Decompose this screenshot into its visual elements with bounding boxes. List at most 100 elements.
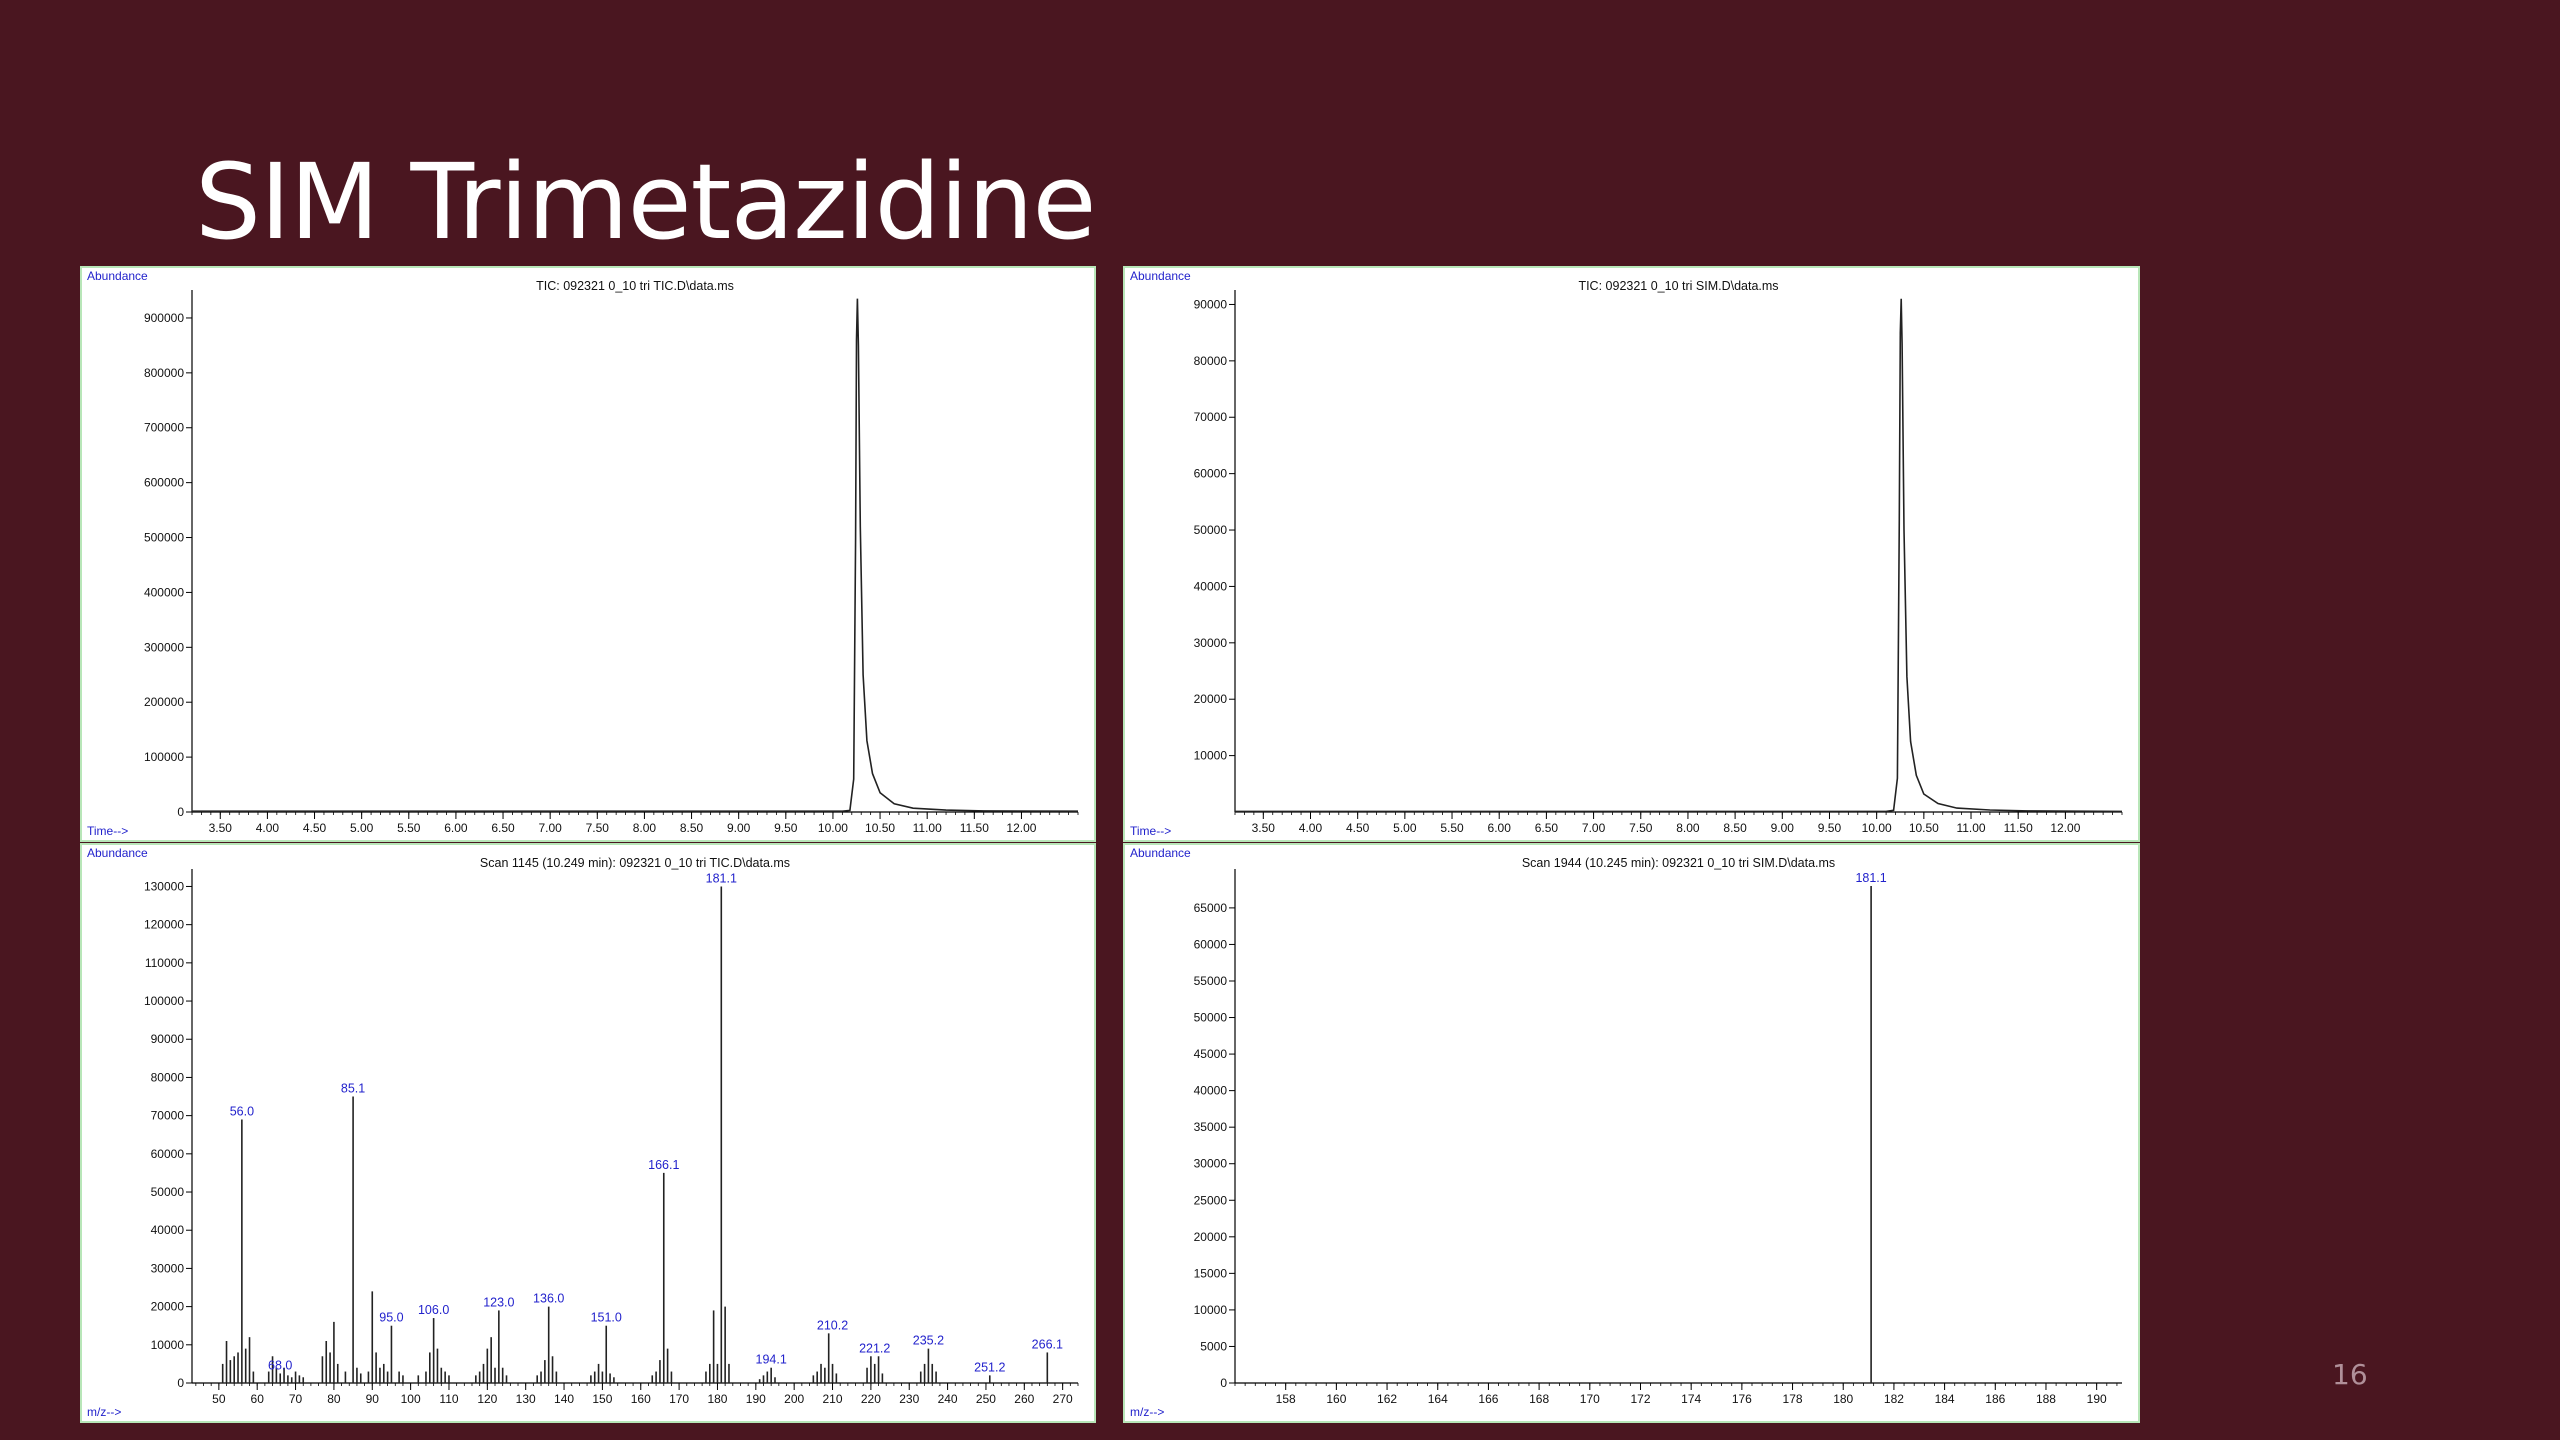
x-tick-label: 90 — [366, 1392, 380, 1406]
x-tick-label: 190 — [2087, 1392, 2107, 1406]
x-tick-label: 150 — [592, 1392, 612, 1406]
y-tick-label: 5000 — [1200, 1339, 1227, 1353]
x-axis-label: Time--> — [87, 824, 128, 838]
x-tick-label: 12.00 — [1006, 821, 1036, 835]
y-tick-label: 10000 — [151, 1338, 185, 1352]
y-tick-label: 90000 — [151, 1032, 185, 1046]
x-tick-label: 6.00 — [1488, 821, 1512, 835]
peak-label: 194.1 — [756, 1353, 787, 1367]
y-tick-label: 60000 — [151, 1147, 185, 1161]
x-tick-label: 3.50 — [209, 821, 233, 835]
y-axis-label: Abundance — [87, 269, 148, 283]
x-tick-label: 4.00 — [256, 821, 280, 835]
y-tick-label: 80000 — [151, 1070, 185, 1084]
y-tick-label: 100000 — [144, 994, 184, 1008]
y-tick-label: 10000 — [1194, 749, 1228, 763]
y-tick-label: 600000 — [144, 476, 184, 490]
x-tick-label: 4.50 — [303, 821, 327, 835]
x-tick-label: 180 — [707, 1392, 727, 1406]
y-tick-label: 60000 — [1194, 937, 1228, 951]
slide-title: SIM Trimetazidine — [195, 141, 1096, 263]
y-tick-label: 110000 — [145, 956, 184, 970]
chart-title: Scan 1944 (10.245 min): 092321 0_10 tri … — [1522, 856, 1835, 870]
peak-label: 68.0 — [268, 1358, 292, 1372]
y-tick-label: 0 — [177, 805, 184, 819]
x-tick-label: 160 — [631, 1392, 651, 1406]
peak-label: 266.1 — [1032, 1337, 1063, 1351]
peak-label: 235.2 — [913, 1334, 944, 1348]
x-tick-label: 12.00 — [2050, 821, 2080, 835]
chart-title: TIC: 092321 0_10 tri SIM.D\data.ms — [1578, 279, 1778, 293]
x-tick-label: 5.50 — [1440, 821, 1464, 835]
tic-sim-panel: Abundance Time--> TIC: 092321 0_10 tri SIM… — [1123, 266, 2140, 842]
x-tick-label: 6.50 — [1535, 821, 1559, 835]
peak-label: 136.0 — [533, 1292, 564, 1306]
x-tick-label: 10.50 — [865, 821, 895, 835]
y-tick-label: 50000 — [151, 1185, 185, 1199]
y-tick-label: 70000 — [151, 1109, 185, 1123]
x-tick-label: 4.50 — [1346, 821, 1370, 835]
y-tick-label: 0 — [1220, 1376, 1227, 1390]
chart-title: Scan 1145 (10.249 min): 092321 0_10 tri … — [480, 856, 790, 870]
x-tick-label: 270 — [1053, 1392, 1073, 1406]
x-tick-label: 10.00 — [818, 821, 848, 835]
x-tick-label: 120 — [477, 1392, 497, 1406]
x-tick-label: 10.50 — [1909, 821, 1939, 835]
y-tick-label: 55000 — [1194, 974, 1228, 988]
x-tick-label: 100 — [401, 1392, 421, 1406]
x-tick-label: 184 — [1935, 1392, 1955, 1406]
y-tick-label: 40000 — [1194, 1084, 1228, 1098]
y-tick-label: 50000 — [1194, 523, 1228, 537]
x-tick-label: 250 — [976, 1392, 996, 1406]
x-tick-label: 5.00 — [1393, 821, 1417, 835]
y-tick-label: 70000 — [1194, 410, 1228, 424]
x-tick-label: 8.50 — [680, 821, 704, 835]
x-tick-label: 7.50 — [586, 821, 610, 835]
y-tick-label: 45000 — [1194, 1047, 1228, 1061]
x-tick-label: 178 — [1783, 1392, 1803, 1406]
y-tick-label: 400000 — [144, 585, 184, 599]
x-tick-label: 11.50 — [2004, 821, 2033, 835]
y-tick-label: 120000 — [144, 918, 184, 932]
peak-label: 123.0 — [483, 1295, 514, 1309]
x-tick-label: 188 — [2036, 1392, 2056, 1406]
x-tick-label: 9.00 — [727, 821, 751, 835]
y-tick-label: 40000 — [1194, 579, 1228, 593]
x-tick-label: 50 — [212, 1392, 226, 1406]
x-tick-label: 60 — [251, 1392, 265, 1406]
x-tick-label: 11.00 — [1956, 821, 1985, 835]
x-tick-label: 9.50 — [774, 821, 798, 835]
x-tick-label: 4.00 — [1299, 821, 1323, 835]
x-tick-label: 130 — [516, 1392, 536, 1406]
x-tick-label: 174 — [1681, 1392, 1701, 1406]
y-tick-label: 900000 — [144, 311, 184, 325]
tic-trace — [1235, 298, 2123, 813]
y-tick-label: 130000 — [144, 879, 184, 893]
peak-label: 95.0 — [379, 1311, 403, 1325]
x-tick-label: 240 — [938, 1392, 958, 1406]
y-axis-label: Abundance — [1130, 846, 1191, 860]
x-tick-label: 186 — [1985, 1392, 2005, 1406]
peak-label: 181.1 — [706, 871, 737, 885]
x-tick-label: 8.00 — [1676, 821, 1700, 835]
y-axis-label: Abundance — [1130, 269, 1191, 283]
tic-sim-chart: Abundance Time--> TIC: 092321 0_10 tri SIM… — [1130, 269, 2123, 838]
x-tick-label: 5.00 — [350, 821, 374, 835]
x-tick-label: 8.50 — [1723, 821, 1747, 835]
ms-scan-chart: Abundance m/z--> Scan 1145 (10.249 min): 0… — [87, 846, 1079, 1419]
x-tick-label: 220 — [861, 1392, 881, 1406]
x-tick-label: 7.00 — [538, 821, 562, 835]
peak-label: 106.0 — [418, 1303, 449, 1317]
chart-title: TIC: 092321 0_10 tri TIC.D\data.ms — [536, 279, 734, 293]
x-tick-label: 168 — [1529, 1392, 1549, 1406]
x-tick-label: 11.50 — [960, 821, 989, 835]
x-tick-label: 180 — [1833, 1392, 1853, 1406]
x-tick-label: 200 — [784, 1392, 804, 1406]
x-tick-label: 160 — [1326, 1392, 1346, 1406]
peak-label: 181.1 — [1855, 871, 1886, 885]
y-tick-label: 800000 — [144, 366, 184, 380]
y-tick-label: 90000 — [1194, 297, 1228, 311]
x-axis-label: m/z--> — [1130, 1405, 1164, 1419]
peak-label: 221.2 — [859, 1341, 890, 1355]
ms-sim-chart: Abundance m/z--> Scan 1944 (10.245 min): 0… — [1130, 846, 2122, 1419]
